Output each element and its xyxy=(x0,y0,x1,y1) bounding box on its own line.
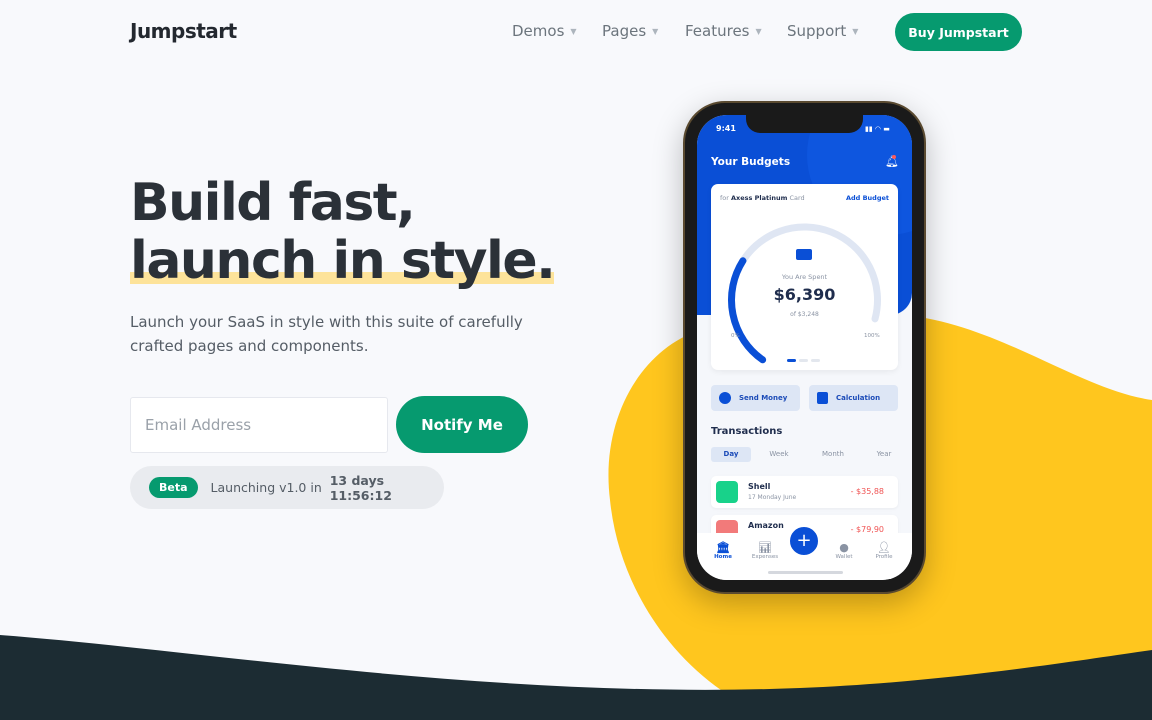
send-money-button[interactable]: Send Money xyxy=(711,385,800,411)
bell-icon[interactable]: 🔔︎ xyxy=(885,155,899,168)
nav-expenses[interactable]: 📊︎ Expenses xyxy=(745,541,785,560)
nav-support[interactable]: Support ▼ xyxy=(787,22,858,40)
nav-label: Support xyxy=(787,22,847,40)
budget-total: of $3,248 xyxy=(790,311,819,318)
nav-home[interactable]: 🏛︎ Home xyxy=(703,541,743,560)
nav-label: Features xyxy=(685,22,750,40)
transaction-name: Amazon xyxy=(748,521,784,530)
nav-label: Pages xyxy=(602,22,647,40)
beta-badge: Beta xyxy=(149,477,198,498)
buy-button[interactable]: Buy Jumpstart xyxy=(895,13,1022,51)
profile-icon: 👤︎ xyxy=(877,541,891,554)
nav-label: Home xyxy=(714,554,732,560)
gauge-min: 0% xyxy=(731,333,740,339)
spent-label: You Are Spent xyxy=(781,273,828,281)
status-icons: ▮▮ ◠ ▬ xyxy=(865,125,890,133)
transaction-date: 17 Monday June xyxy=(748,494,797,501)
spent-amount: $6,390 xyxy=(773,285,836,304)
tab-month[interactable]: Month xyxy=(813,447,853,462)
nav-label: Wallet xyxy=(835,554,853,560)
transaction-amount: - $35,88 xyxy=(850,487,884,496)
nav-wallet[interactable]: ● Wallet xyxy=(824,541,864,560)
pager-dots[interactable] xyxy=(787,359,820,362)
status-time: 9:41 xyxy=(716,124,736,133)
nav-label: Demos xyxy=(512,22,565,40)
bank-icon: 🏛︎ xyxy=(716,541,730,554)
transaction-row[interactable]: Shell 17 Monday June - $35,88 xyxy=(711,476,898,508)
action-label: Send Money xyxy=(739,394,788,402)
calculation-button[interactable]: Calculation xyxy=(809,385,898,411)
action-label: Calculation xyxy=(836,394,881,402)
add-button[interactable]: + xyxy=(788,525,820,557)
nav-label: Profile xyxy=(875,554,893,560)
logo[interactable]: Jumpstart xyxy=(130,19,237,43)
caret-down-icon: ▼ xyxy=(755,26,762,36)
wallet-icon xyxy=(796,249,812,260)
background-shapes xyxy=(0,309,1152,720)
nav-label: Expenses xyxy=(751,554,779,560)
globe-icon xyxy=(719,392,731,404)
caret-down-icon: ▼ xyxy=(852,26,859,36)
tab-year[interactable]: Year xyxy=(864,447,904,462)
caret-down-icon: ▼ xyxy=(652,26,659,36)
phone-screen: 9:41 ▮▮ ◠ ▬ Your Budgets 🔔︎ for Axess Pl… xyxy=(697,115,912,580)
home-indicator xyxy=(768,571,843,574)
transaction-name: Shell xyxy=(748,482,771,491)
tab-day[interactable]: Day xyxy=(711,447,751,462)
launch-text: Launching v1.0 in xyxy=(210,480,326,495)
nav-profile[interactable]: 👤︎ Profile xyxy=(864,541,904,560)
hero-title-line2: launch in style. xyxy=(130,231,556,291)
budget-card: for Axess Platinum Card Add Budget You A… xyxy=(711,184,898,370)
notch xyxy=(746,115,863,133)
notify-button[interactable]: Notify Me xyxy=(396,396,528,453)
hero-title-line1: Build fast, xyxy=(130,173,416,233)
tab-week[interactable]: Week xyxy=(759,447,799,462)
nav-pages[interactable]: Pages ▼ xyxy=(602,22,658,40)
caret-down-icon: ▼ xyxy=(570,26,577,36)
calculator-icon xyxy=(817,392,828,404)
fuel-icon xyxy=(716,481,738,503)
piggy-bank-icon: ● xyxy=(839,541,849,554)
chart-icon: 📊︎ xyxy=(758,541,772,554)
launch-countdown: 13 days 11:56:12 xyxy=(329,472,392,503)
nav-demos[interactable]: Demos ▼ xyxy=(512,22,577,40)
launch-bar: Beta Launching v1.0 in 13 days 11:56:12 xyxy=(130,466,444,509)
gauge-max: 100% xyxy=(864,333,880,339)
transactions-title: Transactions xyxy=(711,426,783,437)
hero-title-text: launch in style. xyxy=(130,231,556,291)
nav-features[interactable]: Features ▼ xyxy=(685,22,762,40)
email-input[interactable]: Email Address xyxy=(130,397,388,453)
hero-lead: Launch your SaaS in style with this suit… xyxy=(130,313,523,355)
screen-title: Your Budgets xyxy=(711,156,791,168)
